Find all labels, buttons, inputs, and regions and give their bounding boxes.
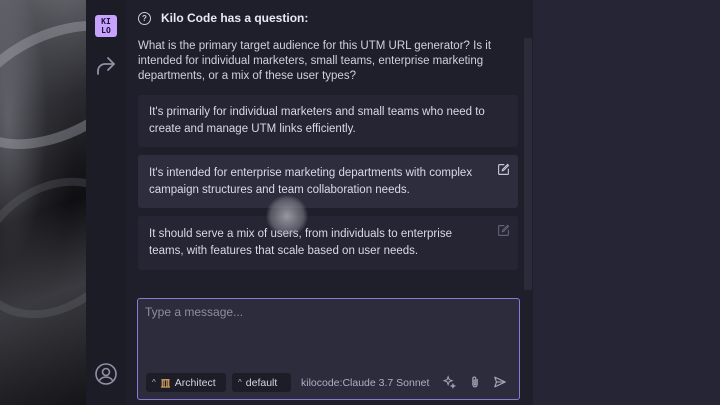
message-composer: ^ Architect ^ default kilocode:Claude 3.… (137, 298, 520, 400)
sparkle-icon[interactable] (442, 375, 456, 389)
question-header: ? Kilo Code has a question: (138, 11, 308, 25)
chat-scrollbar[interactable] (524, 38, 532, 290)
account-icon[interactable] (94, 362, 118, 386)
suggestion-text: It's intended for enterprise marketing d… (149, 166, 473, 196)
architect-icon (160, 379, 170, 388)
suggestion-text: It's primarily for individual marketers … (149, 106, 485, 135)
profile-label: default (245, 376, 278, 389)
mode-selector[interactable]: ^ Architect (146, 373, 226, 392)
edit-icon[interactable] (497, 224, 510, 237)
kilo-logo[interactable]: KI LO (95, 15, 117, 37)
chevron-up-icon: ^ (238, 378, 242, 387)
kilo-logo-text: KI LO (101, 17, 111, 35)
edit-icon[interactable] (497, 163, 510, 176)
activity-rail: KI LO (86, 0, 127, 405)
desktop-background (0, 0, 86, 405)
profile-selector[interactable]: ^ default (232, 373, 291, 392)
send-icon[interactable] (493, 375, 507, 389)
question-icon: ? (138, 11, 151, 25)
suggestion-option-1[interactable]: It's primarily for individual marketers … (138, 95, 518, 147)
message-input[interactable] (138, 299, 519, 359)
attach-icon[interactable] (468, 375, 482, 389)
mouse-cursor-indicator (266, 195, 308, 237)
suggestion-option-3[interactable]: It should serve a mix of users, from ind… (138, 216, 518, 270)
share-icon[interactable] (94, 54, 118, 78)
question-title: Kilo Code has a question: (161, 11, 309, 25)
suggestion-option-2[interactable]: It's intended for enterprise marketing d… (138, 155, 518, 208)
question-text: What is the primary target audience for … (138, 40, 492, 82)
model-label[interactable]: kilocode:Claude 3.7 Sonnet (301, 377, 429, 389)
chevron-up-icon: ^ (152, 378, 156, 387)
suggestion-text: It should serve a mix of users, from ind… (149, 228, 452, 257)
mode-label: Architect (174, 376, 216, 389)
editor-area (533, 0, 720, 405)
